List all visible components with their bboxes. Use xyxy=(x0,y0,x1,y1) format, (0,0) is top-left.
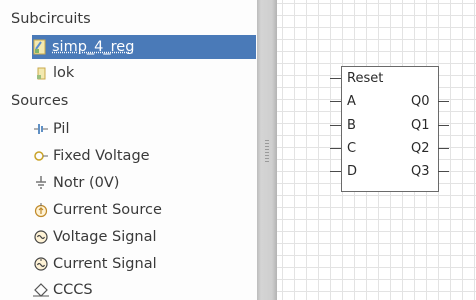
tree-item-label: Current Signal xyxy=(53,256,157,272)
tree-item-current-signal[interactable]: Current Signal xyxy=(33,252,157,276)
ground-icon xyxy=(33,175,49,191)
current-source-icon xyxy=(33,202,49,218)
tree-item-current-source[interactable]: Current Source xyxy=(33,198,162,222)
tree-item-simp-4-reg[interactable]: simp_4_reg xyxy=(32,35,256,59)
tree-item-label: lok xyxy=(53,65,75,81)
tree-item-label: Pil xyxy=(53,121,70,137)
voltage-signal-icon xyxy=(33,229,49,245)
tree-item-label: Fixed Voltage xyxy=(53,148,150,164)
tree-item-ground[interactable]: Notr (0V) xyxy=(33,171,119,195)
tree-item-cccs[interactable]: CCCS xyxy=(33,278,93,300)
pin-a-line[interactable] xyxy=(330,101,341,102)
pin-label-q0: Q0 xyxy=(411,94,430,109)
pin-label-b: B xyxy=(347,118,356,133)
pin-b-line[interactable] xyxy=(330,125,341,126)
current-signal-icon xyxy=(33,256,49,272)
pin-label-q1: Q1 xyxy=(411,118,430,133)
pin-label-q3: Q3 xyxy=(411,164,430,179)
tree-item-label: Current Source xyxy=(53,202,162,218)
component-panel: Subcircuits simp_4_reg lok Sources Pil F… xyxy=(0,0,257,300)
tree-item-label: Voltage Signal xyxy=(53,229,157,245)
pin-label-d: D xyxy=(347,164,358,179)
tree-item-voltage-signal[interactable]: Voltage Signal xyxy=(33,225,157,249)
tree-item-pil[interactable]: Pil xyxy=(33,117,69,141)
pin-label-q2: Q2 xyxy=(411,141,430,156)
pin-label-a: A xyxy=(347,94,356,109)
tree-item-lok[interactable]: lok xyxy=(33,61,74,85)
pin-q1-line[interactable] xyxy=(438,125,449,126)
pin-label-c: C xyxy=(347,141,357,156)
subcircuits-header[interactable]: Subcircuits xyxy=(11,8,91,30)
battery-icon xyxy=(33,121,49,137)
tree-item-label: CCCS xyxy=(53,282,93,298)
pin-q2-line[interactable] xyxy=(438,148,449,149)
subcircuit-small-icon xyxy=(33,65,49,81)
tree-item-label: simp_4_reg xyxy=(52,39,135,55)
pin-q0-line[interactable] xyxy=(438,101,449,102)
pin-q3-line[interactable] xyxy=(438,171,449,172)
pin-reset-line[interactable] xyxy=(330,78,341,79)
tree-item-label: Notr (0V) xyxy=(53,175,120,191)
subcircuit-icon xyxy=(32,39,48,55)
tree-item-fixed-voltage[interactable]: Fixed Voltage xyxy=(33,144,150,168)
sources-header[interactable]: Sources xyxy=(11,90,68,112)
pin-label-reset: Reset xyxy=(347,71,384,86)
cccs-icon xyxy=(33,282,49,298)
pin-d-line[interactable] xyxy=(330,171,341,172)
fixed-voltage-icon xyxy=(33,148,49,164)
splitter-grip[interactable] xyxy=(265,140,269,164)
pin-c-line[interactable] xyxy=(330,148,341,149)
